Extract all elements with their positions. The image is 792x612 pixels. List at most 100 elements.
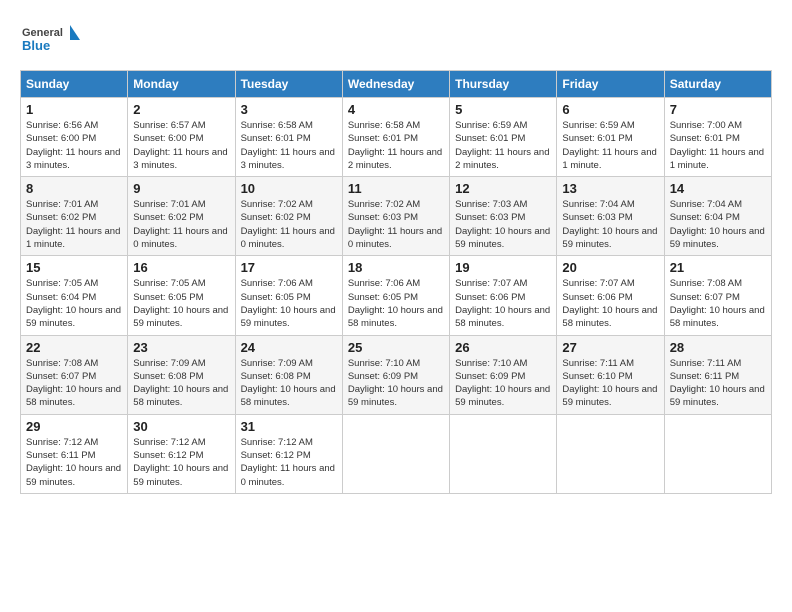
- day-number: 4: [348, 102, 444, 117]
- day-number: 9: [133, 181, 229, 196]
- calendar-week-4: 22 Sunrise: 7:08 AMSunset: 6:07 PMDayligh…: [21, 335, 772, 414]
- calendar-cell: 24 Sunrise: 7:09 AMSunset: 6:08 PMDayligh…: [235, 335, 342, 414]
- day-info: Sunrise: 7:06 AMSunset: 6:05 PMDaylight:…: [348, 277, 444, 330]
- day-info: Sunrise: 7:12 AMSunset: 6:11 PMDaylight:…: [26, 436, 122, 489]
- day-number: 3: [241, 102, 337, 117]
- day-info: Sunrise: 7:04 AMSunset: 6:03 PMDaylight:…: [562, 198, 658, 251]
- day-info: Sunrise: 7:04 AMSunset: 6:04 PMDaylight:…: [670, 198, 766, 251]
- day-info: Sunrise: 6:58 AMSunset: 6:01 PMDaylight:…: [348, 119, 444, 172]
- calendar-cell: 21Sunrise: 7:08 AMSunset: 6:07 PMDayligh…: [664, 256, 771, 335]
- calendar-cell: 4 Sunrise: 6:58 AMSunset: 6:01 PMDaylight…: [342, 98, 449, 177]
- day-number: 23: [133, 340, 229, 355]
- day-info: Sunrise: 7:02 AMSunset: 6:02 PMDaylight:…: [241, 198, 337, 251]
- day-number: 14: [670, 181, 766, 196]
- calendar-cell: 7 Sunrise: 7:00 AMSunset: 6:01 PMDaylight…: [664, 98, 771, 177]
- day-info: Sunrise: 7:02 AMSunset: 6:03 PMDaylight:…: [348, 198, 444, 251]
- calendar-cell: 9 Sunrise: 7:01 AMSunset: 6:02 PMDaylight…: [128, 177, 235, 256]
- day-number: 16: [133, 260, 229, 275]
- calendar-cell: 26 Sunrise: 7:10 AMSunset: 6:09 PMDayligh…: [450, 335, 557, 414]
- day-number: 2: [133, 102, 229, 117]
- day-number: 13: [562, 181, 658, 196]
- day-number: 27: [562, 340, 658, 355]
- day-info: Sunrise: 7:09 AMSunset: 6:08 PMDaylight:…: [241, 357, 337, 410]
- calendar-cell: 27 Sunrise: 7:11 AMSunset: 6:10 PMDayligh…: [557, 335, 664, 414]
- day-number: 5: [455, 102, 551, 117]
- day-info: Sunrise: 7:00 AMSunset: 6:01 PMDaylight:…: [670, 119, 766, 172]
- day-number: 31: [241, 419, 337, 434]
- day-info: Sunrise: 6:59 AMSunset: 6:01 PMDaylight:…: [562, 119, 658, 172]
- column-header-monday: Monday: [128, 71, 235, 98]
- day-number: 22: [26, 340, 122, 355]
- day-number: 12: [455, 181, 551, 196]
- day-info: Sunrise: 7:12 AMSunset: 6:12 PMDaylight:…: [241, 436, 337, 489]
- calendar-week-2: 8 Sunrise: 7:01 AMSunset: 6:02 PMDaylight…: [21, 177, 772, 256]
- day-number: 30: [133, 419, 229, 434]
- calendar-cell: [557, 414, 664, 493]
- day-number: 25: [348, 340, 444, 355]
- day-number: 8: [26, 181, 122, 196]
- calendar-cell: 5 Sunrise: 6:59 AMSunset: 6:01 PMDaylight…: [450, 98, 557, 177]
- calendar-week-1: 1 Sunrise: 6:56 AMSunset: 6:00 PMDaylight…: [21, 98, 772, 177]
- day-number: 7: [670, 102, 766, 117]
- calendar-cell: 12 Sunrise: 7:03 AMSunset: 6:03 PMDayligh…: [450, 177, 557, 256]
- day-number: 10: [241, 181, 337, 196]
- day-info: Sunrise: 6:59 AMSunset: 6:01 PMDaylight:…: [455, 119, 551, 172]
- day-info: Sunrise: 7:12 AMSunset: 6:12 PMDaylight:…: [133, 436, 229, 489]
- header-row: SundayMondayTuesdayWednesdayThursdayFrid…: [21, 71, 772, 98]
- day-info: Sunrise: 7:05 AMSunset: 6:05 PMDaylight:…: [133, 277, 229, 330]
- day-info: Sunrise: 7:11 AMSunset: 6:10 PMDaylight:…: [562, 357, 658, 410]
- calendar-cell: 25 Sunrise: 7:10 AMSunset: 6:09 PMDayligh…: [342, 335, 449, 414]
- day-info: Sunrise: 6:57 AMSunset: 6:00 PMDaylight:…: [133, 119, 229, 172]
- day-info: Sunrise: 6:58 AMSunset: 6:01 PMDaylight:…: [241, 119, 337, 172]
- page-container: General Blue SundayMondayTuesdayWednesda…: [20, 20, 772, 494]
- day-number: 26: [455, 340, 551, 355]
- day-number: 11: [348, 181, 444, 196]
- calendar-cell: 22 Sunrise: 7:08 AMSunset: 6:07 PMDayligh…: [21, 335, 128, 414]
- calendar-cell: [450, 414, 557, 493]
- day-number: 15: [26, 260, 122, 275]
- day-info: Sunrise: 7:07 AMSunset: 6:06 PMDaylight:…: [455, 277, 551, 330]
- calendar-cell: 20Sunrise: 7:07 AMSunset: 6:06 PMDayligh…: [557, 256, 664, 335]
- day-info: Sunrise: 7:01 AMSunset: 6:02 PMDaylight:…: [26, 198, 122, 251]
- logo: General Blue: [20, 20, 80, 60]
- calendar-cell: 19Sunrise: 7:07 AMSunset: 6:06 PMDayligh…: [450, 256, 557, 335]
- day-number: 17: [241, 260, 337, 275]
- calendar-cell: 6 Sunrise: 6:59 AMSunset: 6:01 PMDaylight…: [557, 98, 664, 177]
- day-info: Sunrise: 7:01 AMSunset: 6:02 PMDaylight:…: [133, 198, 229, 251]
- column-header-friday: Friday: [557, 71, 664, 98]
- calendar-cell: [342, 414, 449, 493]
- header: General Blue: [20, 20, 772, 60]
- calendar-cell: 1 Sunrise: 6:56 AMSunset: 6:00 PMDaylight…: [21, 98, 128, 177]
- day-number: 6: [562, 102, 658, 117]
- day-number: 18: [348, 260, 444, 275]
- day-info: Sunrise: 7:10 AMSunset: 6:09 PMDaylight:…: [348, 357, 444, 410]
- calendar-table: SundayMondayTuesdayWednesdayThursdayFrid…: [20, 70, 772, 494]
- day-info: Sunrise: 7:08 AMSunset: 6:07 PMDaylight:…: [26, 357, 122, 410]
- logo-svg: General Blue: [20, 20, 80, 60]
- calendar-cell: 18 Sunrise: 7:06 AMSunset: 6:05 PMDayligh…: [342, 256, 449, 335]
- calendar-cell: 28 Sunrise: 7:11 AMSunset: 6:11 PMDayligh…: [664, 335, 771, 414]
- day-info: Sunrise: 7:07 AMSunset: 6:06 PMDaylight:…: [562, 277, 658, 330]
- calendar-cell: 13 Sunrise: 7:04 AMSunset: 6:03 PMDayligh…: [557, 177, 664, 256]
- calendar-cell: 10 Sunrise: 7:02 AMSunset: 6:02 PMDayligh…: [235, 177, 342, 256]
- calendar-cell: [664, 414, 771, 493]
- calendar-week-5: 29 Sunrise: 7:12 AMSunset: 6:11 PMDayligh…: [21, 414, 772, 493]
- day-info: Sunrise: 7:05 AMSunset: 6:04 PMDaylight:…: [26, 277, 122, 330]
- day-number: 28: [670, 340, 766, 355]
- calendar-cell: 8 Sunrise: 7:01 AMSunset: 6:02 PMDaylight…: [21, 177, 128, 256]
- day-number: 24: [241, 340, 337, 355]
- column-header-saturday: Saturday: [664, 71, 771, 98]
- day-info: Sunrise: 7:03 AMSunset: 6:03 PMDaylight:…: [455, 198, 551, 251]
- calendar-cell: 11 Sunrise: 7:02 AMSunset: 6:03 PMDayligh…: [342, 177, 449, 256]
- day-info: Sunrise: 7:10 AMSunset: 6:09 PMDaylight:…: [455, 357, 551, 410]
- day-number: 1: [26, 102, 122, 117]
- day-info: Sunrise: 7:11 AMSunset: 6:11 PMDaylight:…: [670, 357, 766, 410]
- day-info: Sunrise: 7:06 AMSunset: 6:05 PMDaylight:…: [241, 277, 337, 330]
- column-header-wednesday: Wednesday: [342, 71, 449, 98]
- svg-text:Blue: Blue: [22, 38, 50, 53]
- calendar-cell: 3 Sunrise: 6:58 AMSunset: 6:01 PMDaylight…: [235, 98, 342, 177]
- day-info: Sunrise: 6:56 AMSunset: 6:00 PMDaylight:…: [26, 119, 122, 172]
- calendar-cell: 29 Sunrise: 7:12 AMSunset: 6:11 PMDayligh…: [21, 414, 128, 493]
- calendar-cell: 23Sunrise: 7:09 AMSunset: 6:08 PMDayligh…: [128, 335, 235, 414]
- day-number: 29: [26, 419, 122, 434]
